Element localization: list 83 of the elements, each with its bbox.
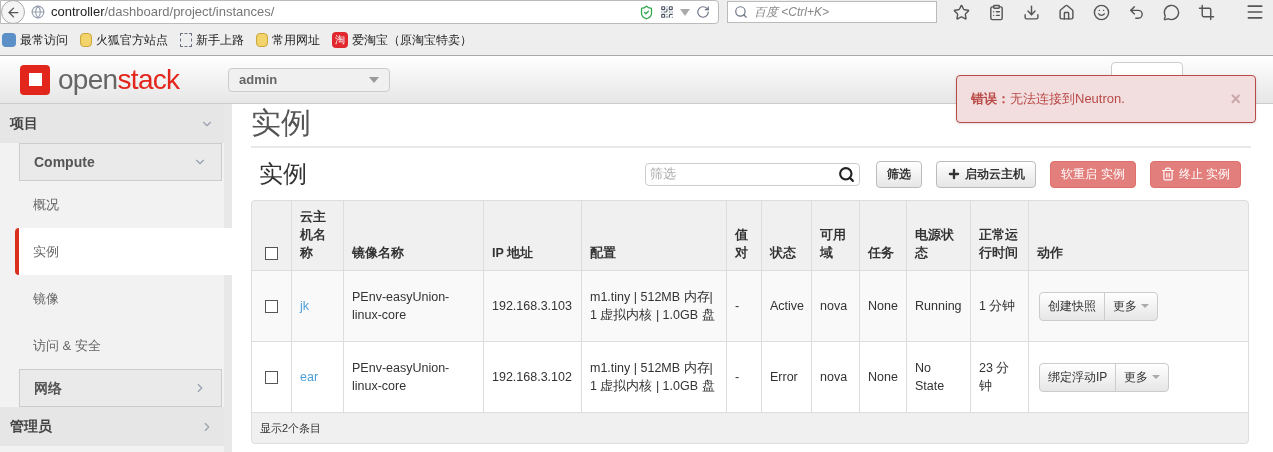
menu-icon[interactable]	[1245, 2, 1265, 22]
table-cell: nova	[812, 342, 860, 412]
smiley-icon[interactable]	[1093, 3, 1110, 21]
bookmark-item[interactable]: 淘 爱淘宝（原淘宝特卖）	[332, 30, 472, 49]
column-header: 可用域	[812, 201, 860, 270]
shield-icon	[639, 4, 654, 20]
search-field[interactable]: 百度 <Ctrl+K>	[727, 1, 937, 23]
project-dropdown[interactable]: admin	[228, 67, 390, 92]
table-cell: m1.tiny | 512MB 内存| 1 虚拟内核 | 1.0GB 盘	[582, 271, 727, 341]
undo-icon[interactable]	[1128, 3, 1145, 21]
column-header: 电源状态	[907, 201, 971, 270]
row-action-button[interactable]: 绑定浮动IP	[1040, 363, 1117, 391]
column-header: 正常运行时间	[971, 201, 1029, 270]
table-cell: PEnv-easyUnion-linux-core	[344, 342, 484, 412]
caret-icon	[1141, 304, 1149, 308]
chat-icon[interactable]	[1163, 3, 1180, 21]
column-header: 动作	[1036, 245, 1064, 262]
url-text: controller/dashboard/project/instances/	[51, 3, 275, 22]
sidebar-section[interactable]: 管理员	[0, 407, 224, 446]
table-cell: 192.168.3.102	[484, 342, 582, 412]
more-button[interactable]: 更多	[1116, 363, 1169, 391]
shop-icon: 淘	[332, 31, 348, 48]
back-button[interactable]	[1, 0, 25, 24]
column-header: IP 地址	[484, 201, 582, 270]
table-cell: -	[727, 342, 762, 412]
star-icon[interactable]	[953, 3, 970, 21]
toolbar-button[interactable]: 筛选	[876, 160, 923, 188]
sidebar-section[interactable]: 项目	[0, 104, 224, 143]
search-icon	[838, 165, 856, 183]
blank-page-icon	[180, 32, 192, 47]
table-cell: Error	[762, 342, 812, 412]
address-bar[interactable]: controller/dashboard/project/instances/	[0, 0, 719, 24]
toolbar-button[interactable]: 启动云主机	[936, 160, 1037, 188]
logo-text: openstack	[58, 65, 180, 94]
caret-icon	[1152, 375, 1161, 379]
column-header: 任务	[860, 201, 907, 270]
clipboard-icon[interactable]	[988, 3, 1005, 21]
trash-icon	[1160, 167, 1175, 181]
table-cell: No State	[907, 342, 971, 412]
download-icon[interactable]	[1023, 3, 1040, 21]
bookmark-item[interactable]: 常用网址	[256, 30, 320, 49]
table-cell: Active	[762, 271, 812, 341]
table-cell: None	[860, 342, 907, 412]
sidebar-group[interactable]: 网络	[19, 369, 222, 407]
sidebar-group[interactable]: Compute	[19, 143, 222, 181]
column-header: 云主机名称	[292, 201, 344, 270]
table-title: 实例	[259, 159, 307, 189]
item-count: 显示2个条目	[260, 420, 322, 436]
column-header: 镜像名称	[344, 201, 484, 270]
table-cell: PEnv-easyUnion-linux-core	[344, 271, 484, 341]
table-cell: 23 分钟	[971, 342, 1029, 412]
table-cell: m1.tiny | 512MB 内存| 1 虚拟内核 | 1.0GB 盘	[582, 342, 727, 412]
table-cell: Running	[907, 271, 971, 341]
globe-icon	[31, 5, 45, 19]
checkbox[interactable]	[265, 247, 278, 260]
table-cell: 192.168.3.103	[484, 271, 582, 341]
column-header: 状态	[762, 201, 812, 270]
checkbox[interactable]	[265, 299, 278, 313]
table-cell: nova	[812, 271, 860, 341]
column-header: 配置	[582, 201, 727, 270]
sidebar-item[interactable]: 概况	[19, 181, 222, 228]
crop-icon[interactable]	[1198, 3, 1215, 21]
sidebar-item[interactable]: 镜像	[19, 275, 222, 322]
more-button[interactable]: 更多	[1105, 292, 1157, 320]
folder-icon	[256, 32, 268, 47]
reload-icon[interactable]	[696, 5, 710, 19]
table-cell: -	[727, 271, 762, 341]
qr-code-icon	[660, 5, 674, 19]
plus-icon	[947, 167, 962, 181]
sidebar-item[interactable]: 访问 & 安全	[19, 322, 222, 369]
home-icon[interactable]	[1058, 3, 1075, 21]
sidebar-item[interactable]: 实例	[15, 228, 232, 275]
folder-icon	[80, 32, 92, 47]
bookmark-item[interactable]: 最常访问	[2, 30, 68, 49]
column-header: 值对	[727, 201, 762, 270]
logo-icon	[20, 64, 50, 95]
row-action-button[interactable]: 创建快照	[1040, 292, 1105, 320]
checkbox[interactable]	[265, 370, 278, 384]
table-cell: 1 分钟	[971, 271, 1029, 341]
table-cell: None	[860, 271, 907, 341]
bookmark-item[interactable]: 火狐官方站点	[80, 30, 168, 49]
bookmark-item[interactable]: 新手上路	[180, 30, 244, 49]
search-icon	[734, 5, 748, 19]
